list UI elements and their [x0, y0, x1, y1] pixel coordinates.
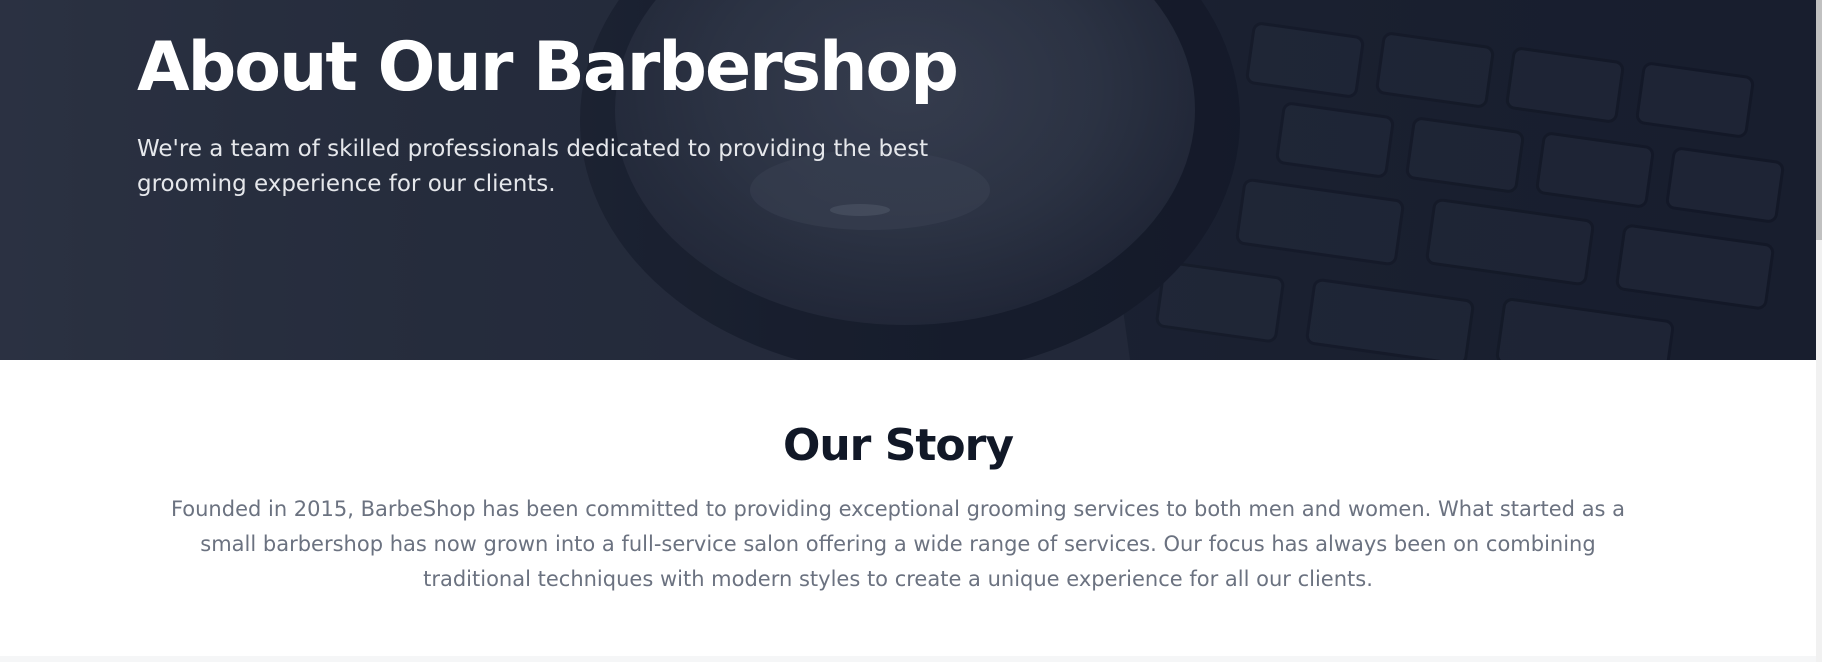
- story-text: Founded in 2015, BarbeShop has been comm…: [170, 497, 1626, 591]
- page-title: About Our Barbershop: [137, 28, 959, 107]
- hero-subtitle: We're a team of skilled professionals de…: [137, 136, 929, 197]
- about-page: About Our Barbershop We're a team of ski…: [0, 0, 1822, 662]
- scrollbar-thumb[interactable]: [1816, 0, 1822, 240]
- our-story-section: Our Story Founded in 2015, BarbeShop has…: [0, 360, 1816, 656]
- hero-section: About Our Barbershop We're a team of ski…: [0, 0, 1816, 360]
- story-title: Our Story: [782, 420, 1014, 471]
- section-divider: [0, 656, 1816, 662]
- hero-content: About Our Barbershop We're a team of ski…: [137, 22, 1037, 202]
